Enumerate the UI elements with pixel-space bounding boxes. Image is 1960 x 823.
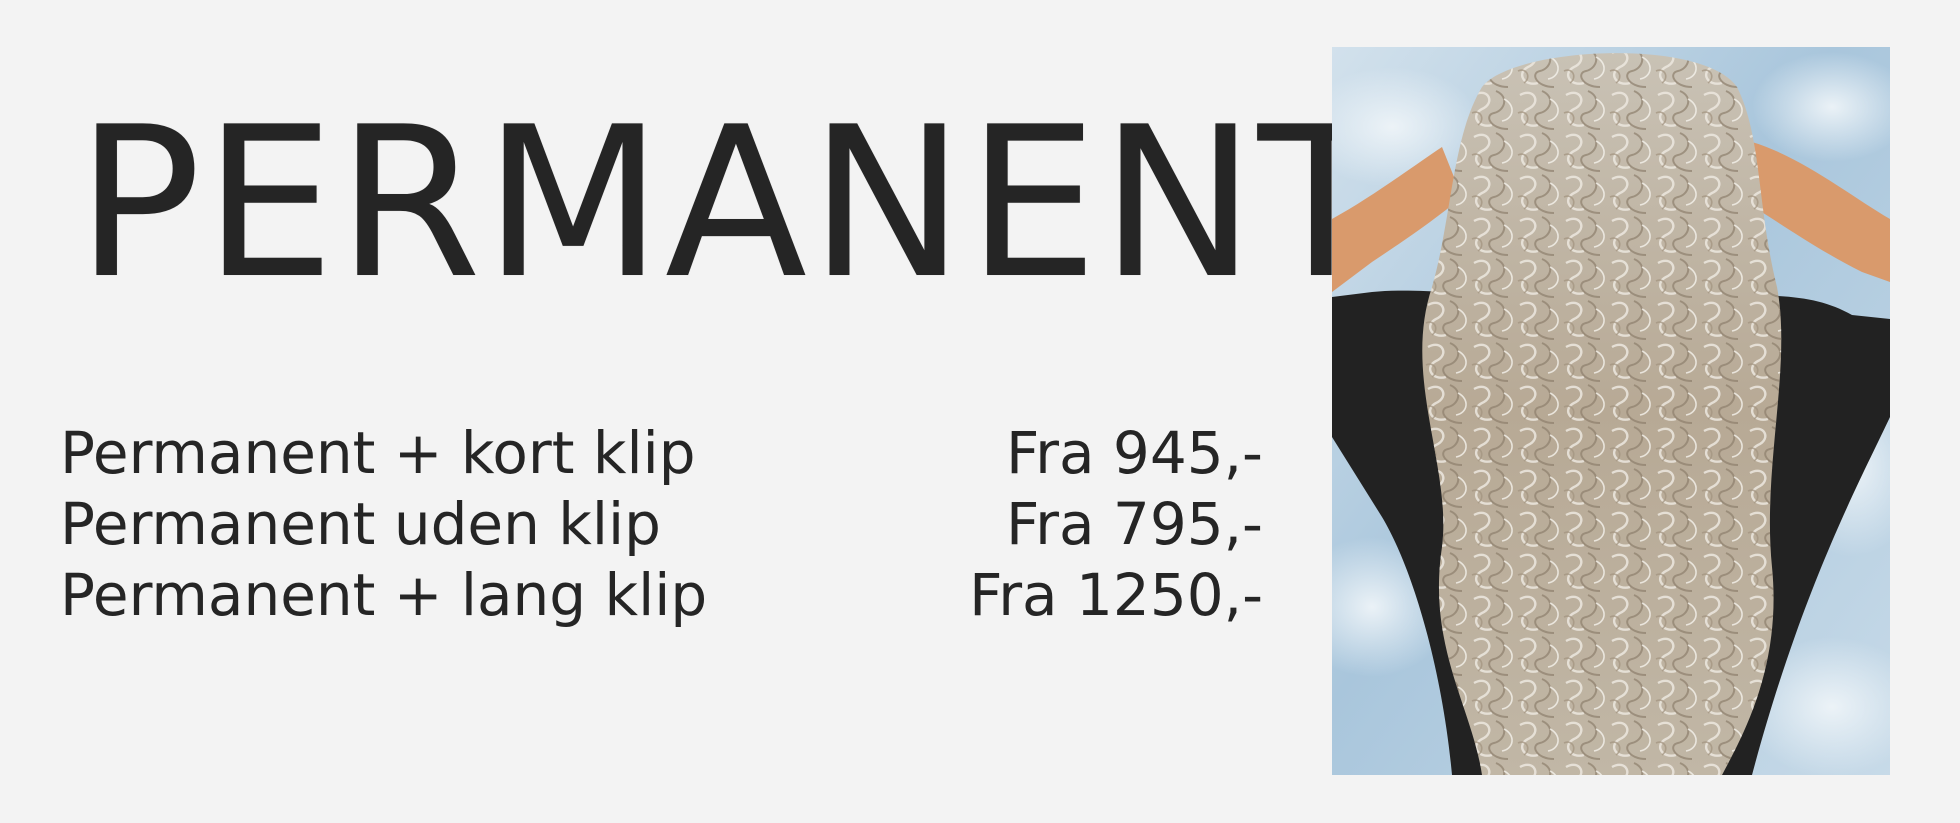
price-list: Permanent + kort klip Fra 945,- Permanen… xyxy=(60,418,1263,631)
hair-curls xyxy=(1422,53,1782,775)
hair-illustration xyxy=(1332,47,1890,775)
price-row: Permanent uden klip Fra 795,- xyxy=(60,489,1263,560)
hair-illustration-svg xyxy=(1332,47,1890,775)
price-row: Permanent + lang klip Fra 1250,- xyxy=(60,560,1263,631)
page-title: PERMANENT xyxy=(76,83,1387,325)
service-price: Fra 945,- xyxy=(1005,419,1263,487)
service-name: Permanent + lang klip xyxy=(60,561,708,629)
service-name: Permanent uden klip xyxy=(60,490,661,558)
service-name: Permanent + kort klip xyxy=(60,419,696,487)
service-price: Fra 795,- xyxy=(1005,490,1263,558)
price-row: Permanent + kort klip Fra 945,- xyxy=(60,418,1263,489)
service-price: Fra 1250,- xyxy=(969,561,1263,629)
